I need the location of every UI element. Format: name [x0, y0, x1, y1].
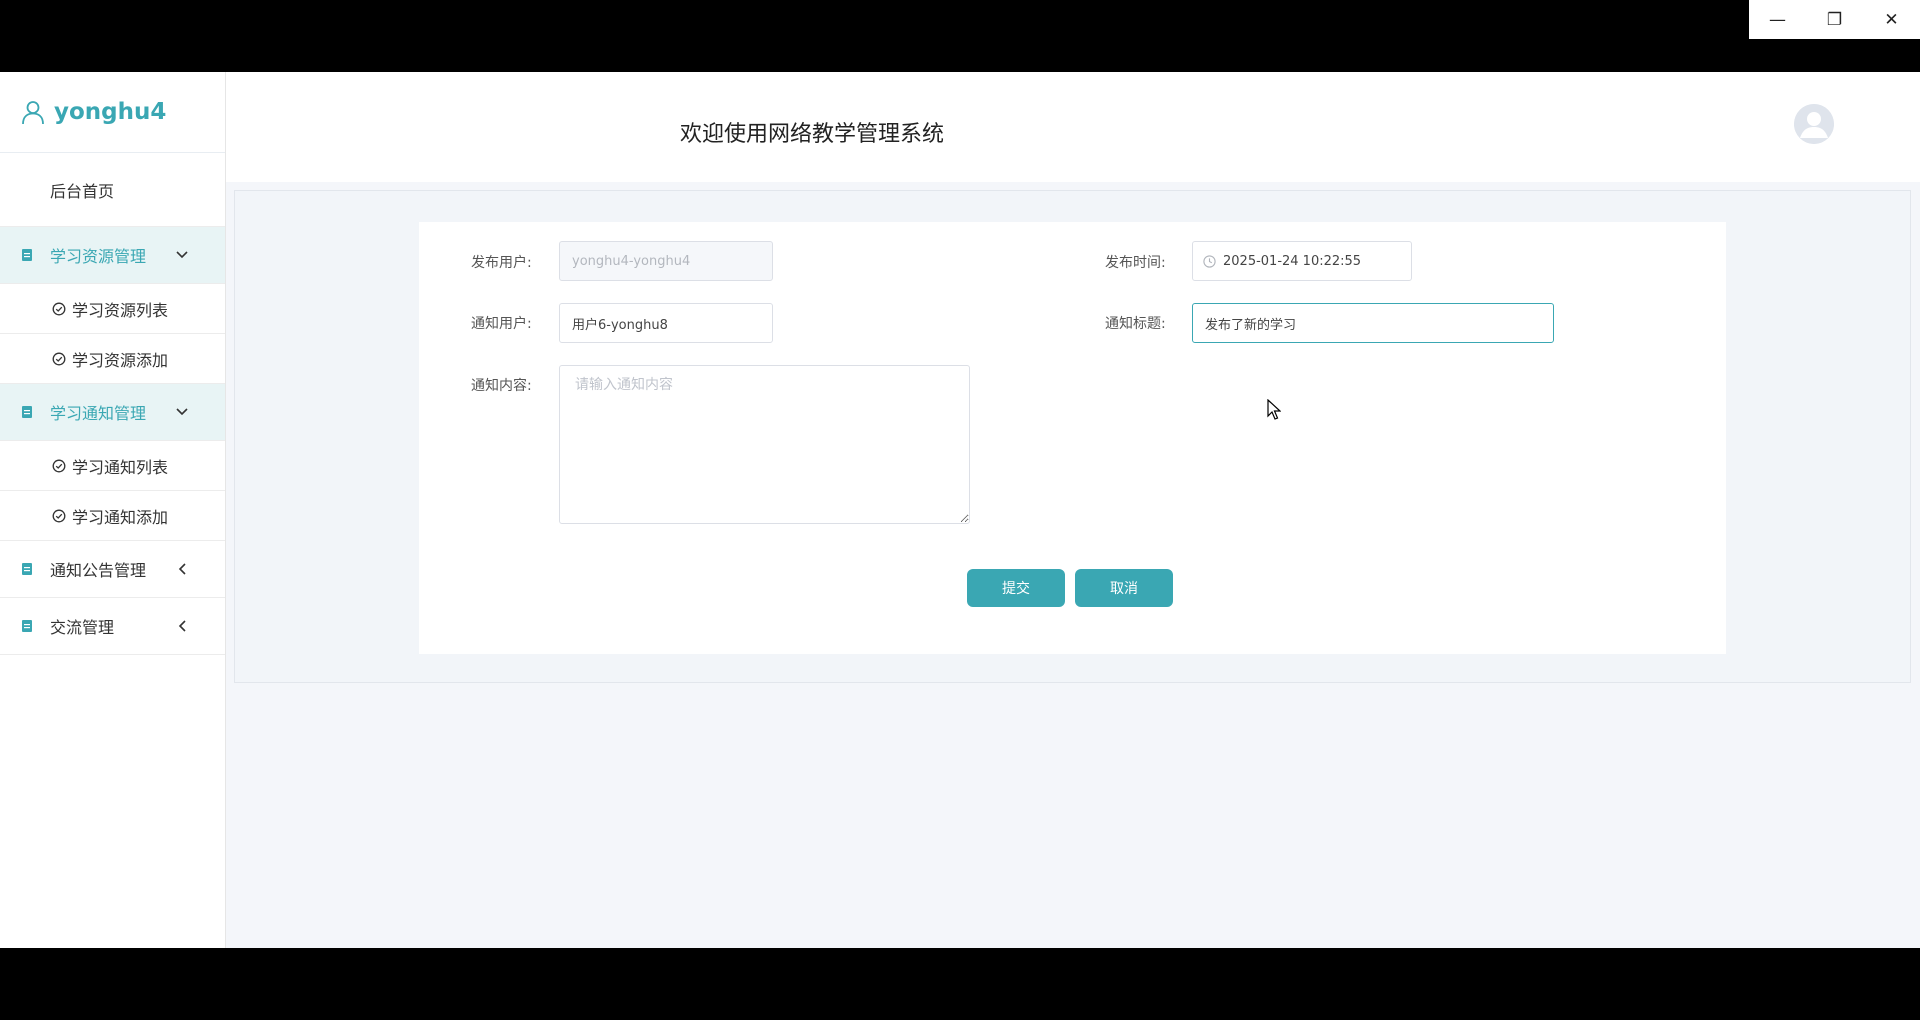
check-circle-icon	[52, 302, 66, 315]
close-button[interactable]: ✕	[1863, 0, 1920, 39]
sidebar-group-notifications[interactable]: 学习通知管理	[0, 384, 225, 441]
minimize-button[interactable]: —	[1749, 0, 1806, 39]
chevron-left-icon	[175, 619, 189, 633]
document-icon	[22, 620, 32, 632]
bottom-bar	[0, 948, 1920, 1020]
sidebar-group-exchange[interactable]: 交流管理	[0, 598, 225, 655]
check-circle-icon	[52, 352, 66, 365]
sidebar-group-label: 通知公告管理	[50, 561, 147, 580]
mouse-cursor-icon	[1267, 399, 1281, 420]
notify-content-label: 通知内容:	[471, 378, 532, 394]
check-circle-icon	[52, 509, 66, 522]
document-icon	[22, 563, 32, 575]
sidebar-group-announcements[interactable]: 通知公告管理	[0, 541, 225, 598]
sidebar-item-home[interactable]: 后台首页	[0, 153, 225, 227]
avatar[interactable]	[1794, 104, 1834, 144]
notify-user-label: 通知用户:	[471, 316, 532, 332]
sidebar-item-label: 学习通知添加	[72, 507, 169, 527]
publish-time-picker[interactable]: 2025-01-24 10:22:55	[1192, 241, 1412, 281]
cancel-button[interactable]: 取消	[1075, 569, 1173, 607]
sidebar-item-resource-list[interactable]: 学习资源列表	[0, 284, 225, 334]
sidebar-group-label: 交流管理	[50, 618, 115, 637]
sidebar-group-label: 学习通知管理	[50, 404, 147, 423]
user-icon	[22, 101, 44, 125]
sidebar-username: yonghu4	[54, 99, 167, 125]
chevron-left-icon	[175, 562, 189, 576]
sidebar: yonghu4 后台首页 学习资源管理 学习资源列表 学习资源添加 学习通知管理…	[0, 72, 226, 948]
chevron-down-icon	[175, 248, 189, 262]
sidebar-item-label: 后台首页	[50, 181, 115, 201]
sidebar-item-label: 学习资源添加	[72, 350, 169, 370]
notification-form: 发布用户: 发布时间: 2025-01-24 10:22:55 通知用户: 通知…	[419, 222, 1726, 654]
sidebar-brand: yonghu4	[0, 72, 225, 153]
clock-icon	[1203, 254, 1216, 268]
notify-title-label: 通知标题:	[1105, 316, 1166, 332]
document-icon	[22, 406, 32, 418]
sidebar-item-notification-add[interactable]: 学习通知添加	[0, 491, 225, 541]
chevron-down-icon	[175, 405, 189, 419]
sidebar-item-label: 学习通知列表	[72, 457, 169, 477]
publisher-input[interactable]	[559, 241, 773, 281]
sidebar-item-label: 学习资源列表	[72, 300, 169, 320]
notify-title-input[interactable]	[1192, 303, 1554, 343]
sidebar-item-notification-list[interactable]: 学习通知列表	[0, 441, 225, 491]
submit-button[interactable]: 提交	[967, 569, 1065, 607]
document-icon	[22, 249, 32, 261]
sidebar-item-resource-add[interactable]: 学习资源添加	[0, 334, 225, 384]
publisher-label: 发布用户:	[471, 255, 532, 271]
publish-time-label: 发布时间:	[1105, 255, 1166, 271]
app-root: yonghu4 后台首页 学习资源管理 学习资源列表 学习资源添加 学习通知管理…	[0, 72, 1920, 948]
notify-content-textarea[interactable]	[559, 365, 970, 524]
notify-user-input[interactable]	[559, 303, 773, 343]
check-circle-icon	[52, 459, 66, 472]
top-header: 欢迎使用网络教学管理系统	[226, 72, 1920, 182]
sidebar-group-resources[interactable]: 学习资源管理	[0, 227, 225, 284]
avatar-icon	[1794, 104, 1834, 144]
page-title: 欢迎使用网络教学管理系统	[680, 122, 945, 147]
window-titlebar	[0, 0, 1920, 72]
sidebar-group-label: 学习资源管理	[50, 247, 147, 266]
restore-button[interactable]: ❐	[1806, 0, 1863, 39]
window-controls: — ❐ ✕	[1749, 0, 1920, 39]
publish-time-value: 2025-01-24 10:22:55	[1223, 253, 1362, 269]
